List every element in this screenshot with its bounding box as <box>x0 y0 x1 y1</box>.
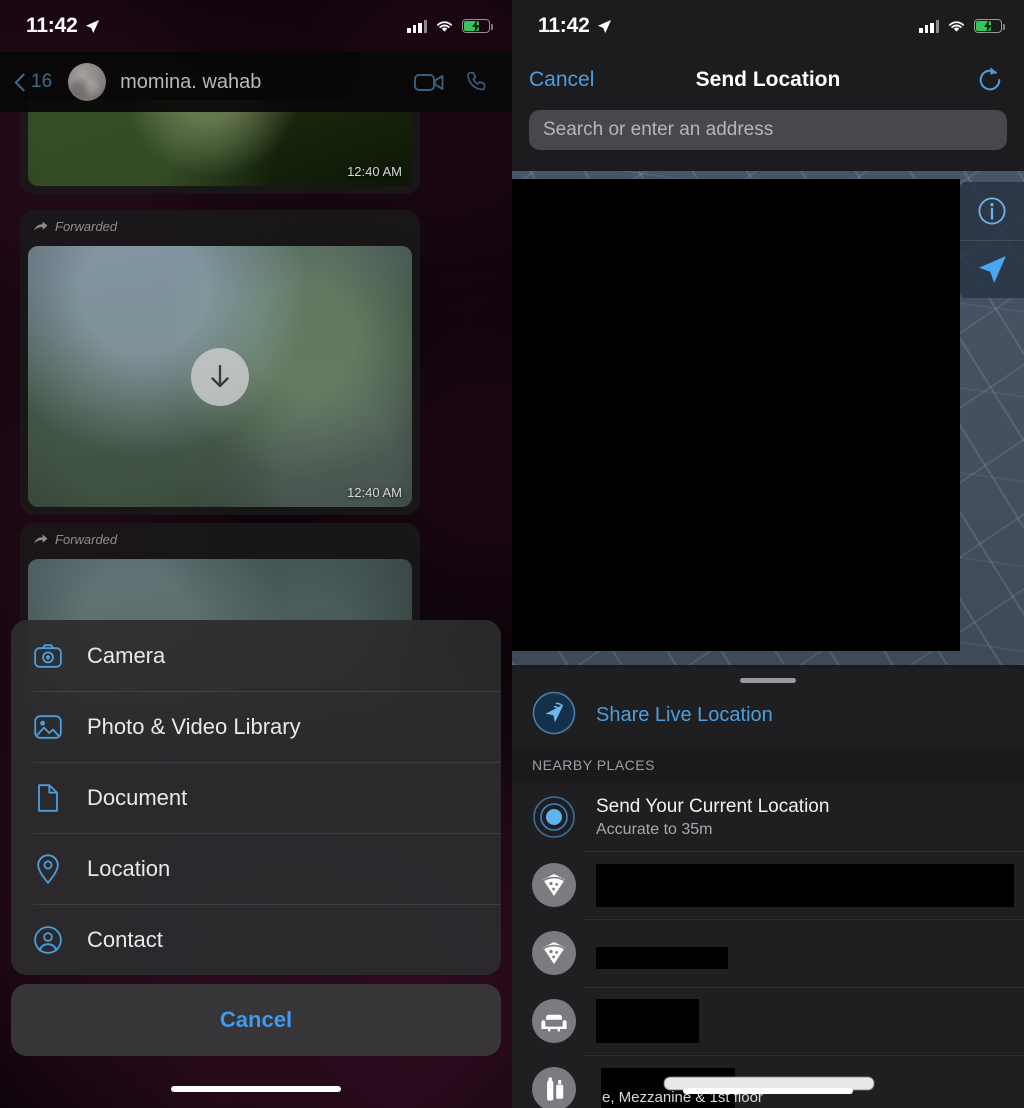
sheet-item-label: Photo & Video Library <box>87 714 301 740</box>
status-right <box>919 19 1002 33</box>
cancel-button[interactable]: Cancel <box>529 68 594 92</box>
forwarded-label: Forwarded <box>55 532 117 547</box>
refresh-icon <box>976 66 1004 94</box>
location-arrow-icon <box>85 19 100 34</box>
armchair-icon <box>532 999 576 1043</box>
sheet-item-label: Document <box>87 785 187 811</box>
map-locate-button[interactable] <box>960 240 1024 298</box>
message-timestamp: 12:40 AM <box>347 164 402 179</box>
message-media[interactable]: 12:40 AM <box>28 246 412 507</box>
section-header-nearby-places: NEARBY PLACES <box>512 747 1024 783</box>
search-input[interactable]: Search or enter an address <box>529 110 1007 150</box>
chevron-left-icon <box>14 73 25 92</box>
place-text: Send Your Current Location Accurate to 3… <box>596 796 1004 839</box>
page-title: momina. wahab <box>120 71 404 94</box>
contact-person-icon <box>33 925 63 955</box>
forwarded-label-row: Forwarded <box>20 523 420 554</box>
sheet-item-location[interactable]: Location <box>11 833 501 904</box>
status-left: 11:42 <box>538 14 612 38</box>
redaction-bar <box>596 947 728 969</box>
dual-screenshot: 11:42 <box>0 0 1024 1108</box>
sheet-item-label: Camera <box>87 643 165 669</box>
location-pin-icon <box>33 854 63 884</box>
download-button[interactable] <box>191 348 249 406</box>
map-controls <box>960 182 1024 298</box>
current-location-icon <box>532 795 576 839</box>
place-row-current-location[interactable]: Send Your Current Location Accurate to 3… <box>512 783 1024 851</box>
pizza-icon <box>532 931 576 975</box>
forwarded-label: Forwarded <box>55 219 117 234</box>
sheet-item-contact[interactable]: Contact <box>11 904 501 975</box>
sheet-item-label: Contact <box>87 927 163 953</box>
share-live-location-icon <box>532 691 576 740</box>
home-indicator <box>171 1086 341 1092</box>
location-bottom-sheet: Share Live Location NEARBY PLACES Send Y… <box>512 668 1024 1108</box>
wifi-icon <box>947 19 966 33</box>
table-row[interactable] <box>512 919 1024 987</box>
place-subtitle: Accurate to 35m <box>596 821 1004 839</box>
map-redaction-overlay <box>512 179 960 651</box>
redaction-bar <box>596 864 1014 907</box>
photo-library-icon <box>33 712 63 742</box>
location-arrow-icon <box>597 19 612 34</box>
battery-charging-icon <box>974 19 1002 33</box>
place-text <box>596 864 1004 907</box>
refresh-button[interactable] <box>973 63 1007 97</box>
attachment-action-sheet: Camera Photo & Video Library <box>11 620 501 1056</box>
header-actions <box>414 70 490 94</box>
table-row[interactable] <box>512 987 1024 1055</box>
sheet-item-camera[interactable]: Camera <box>11 620 501 691</box>
status-time: 11:42 <box>26 14 78 38</box>
chat-header: 16 momina. wahab <box>0 52 512 112</box>
place-text <box>596 937 1004 969</box>
cellular-signal-icon <box>919 20 939 33</box>
status-time: 11:42 <box>538 14 590 38</box>
pizza-icon <box>532 863 576 907</box>
camera-icon <box>33 641 63 671</box>
share-live-location-row[interactable]: Share Live Location <box>512 683 1024 747</box>
avatar[interactable] <box>68 63 106 101</box>
send-location-screen: 11:42 Cancel Sen <box>512 0 1024 1108</box>
sheet-item-document[interactable]: Document <box>11 762 501 833</box>
status-bar-left: 11:42 <box>0 0 512 52</box>
message-bubble[interactable]: 12:40 AM <box>20 100 420 194</box>
home-indicator <box>683 1088 853 1094</box>
place-title: Send Your Current Location <box>596 796 829 817</box>
locate-arrow-icon <box>975 253 1009 287</box>
message-timestamp: 12:40 AM <box>347 485 402 500</box>
download-arrow-icon <box>208 364 232 390</box>
message-bubble[interactable]: Forwarded 12:40 AM <box>20 210 420 515</box>
video-call-icon[interactable] <box>414 72 444 93</box>
cancel-button[interactable]: Cancel <box>11 984 501 1056</box>
document-icon <box>33 783 63 813</box>
back-button[interactable]: 16 <box>14 71 52 93</box>
message-media[interactable]: 12:40 AM <box>28 100 412 186</box>
voice-call-icon[interactable] <box>466 70 490 94</box>
chat-screen: 11:42 <box>0 0 512 1108</box>
nav-row: Cancel Send Location <box>529 52 1007 108</box>
table-row[interactable] <box>512 851 1024 919</box>
battery-charging-icon <box>462 19 490 33</box>
wifi-icon <box>435 19 454 33</box>
sheet-item-label: Location <box>87 856 170 882</box>
place-text <box>596 999 1004 1043</box>
drinks-icon <box>532 1067 576 1108</box>
search-placeholder: Search or enter an address <box>543 119 773 141</box>
action-sheet-list: Camera Photo & Video Library <box>11 620 501 975</box>
status-bar-right: 11:42 <box>512 0 1024 52</box>
redaction-bar <box>596 999 699 1043</box>
navigation-bar: Cancel Send Location Search or enter an … <box>512 52 1024 166</box>
forward-arrow-icon <box>34 221 48 232</box>
sheet-item-photo-video-library[interactable]: Photo & Video Library <box>11 691 501 762</box>
unread-count: 16 <box>31 71 52 93</box>
map-info-button[interactable] <box>960 182 1024 240</box>
forward-arrow-icon <box>34 534 48 545</box>
status-left: 11:42 <box>26 14 100 38</box>
forwarded-label-row: Forwarded <box>20 210 420 241</box>
cellular-signal-icon <box>407 20 427 33</box>
map-view[interactable] <box>512 171 1024 665</box>
info-circle-icon <box>977 196 1007 226</box>
share-live-location-label: Share Live Location <box>596 704 773 727</box>
status-right <box>407 19 490 33</box>
